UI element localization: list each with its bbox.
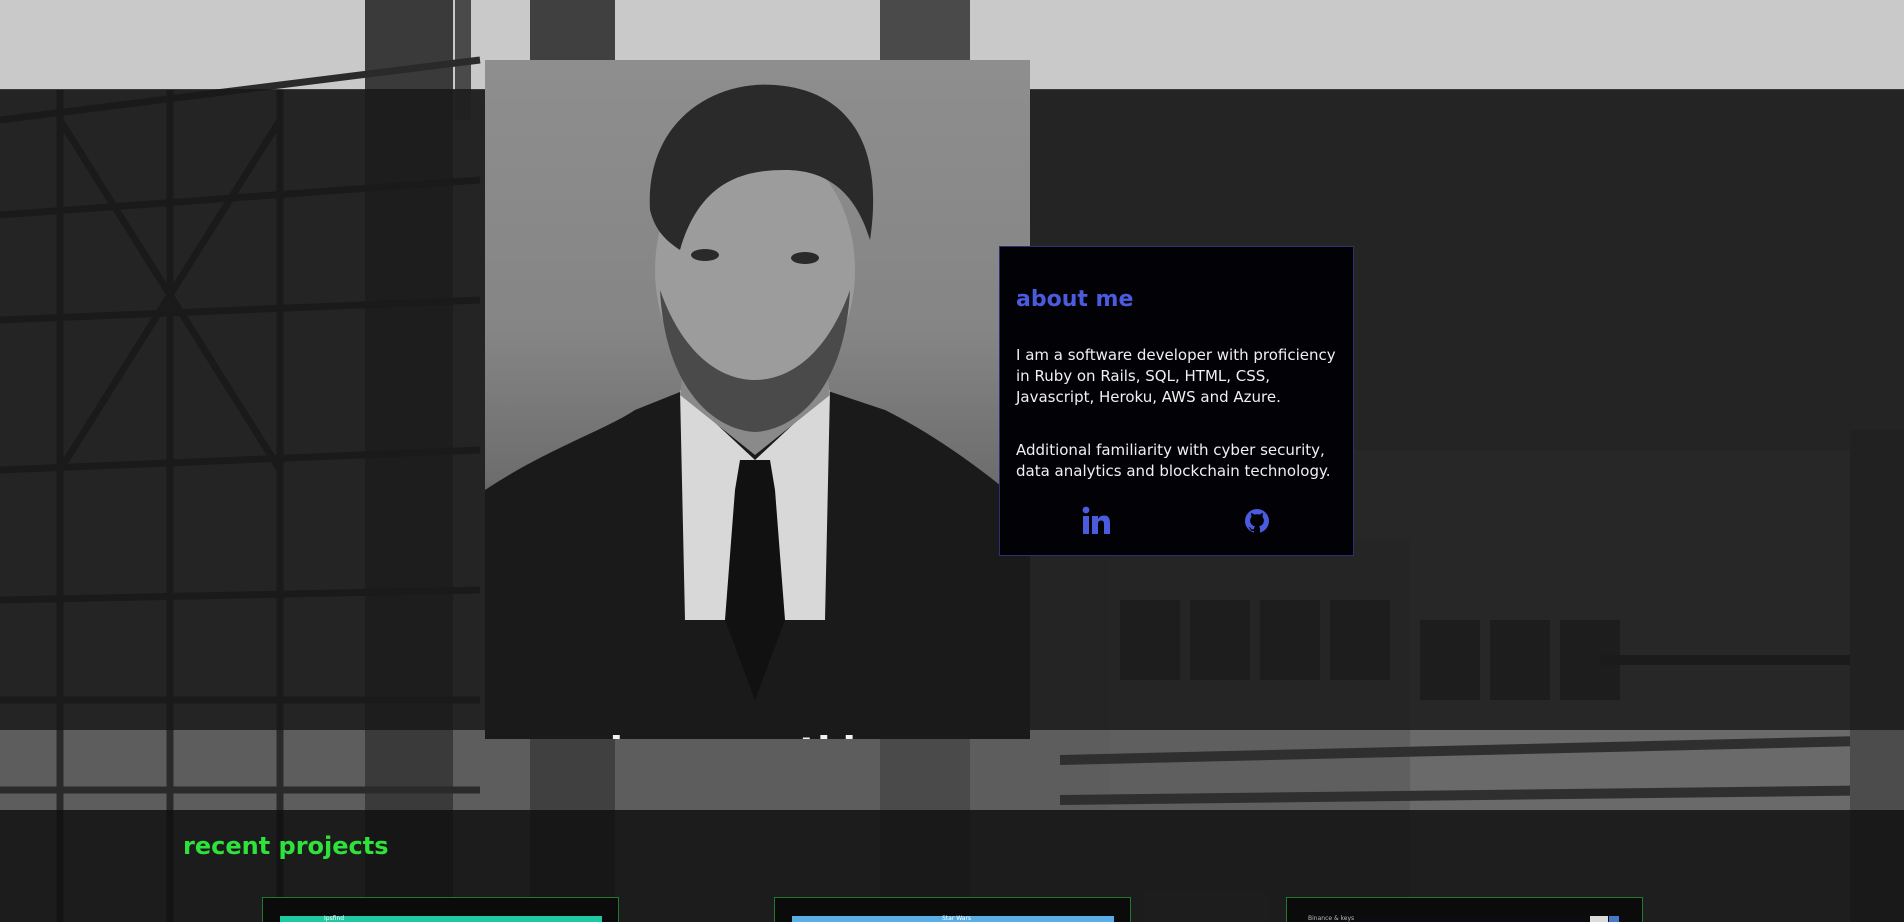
thumbnail-button-light — [1590, 916, 1608, 922]
about-paragraph-familiarity: Additional familiarity with cyber securi… — [1016, 441, 1331, 480]
project-thumbnail-2-caption: Star Wars — [942, 915, 972, 922]
thumbnail-button-blue — [1609, 916, 1619, 922]
github-icon — [1245, 509, 1269, 533]
project-card-3[interactable]: Binance & keys — [1286, 897, 1643, 922]
project-card-1[interactable]: Ipsfind — [262, 897, 619, 922]
portrait-card: jason watkins — [485, 60, 1030, 739]
project-card-2[interactable]: Star Wars — [774, 897, 1131, 922]
about-title: about me — [1016, 287, 1134, 312]
social-links — [1000, 505, 1355, 537]
github-link[interactable] — [1241, 505, 1273, 537]
about-paragraph-skills: I am a software developer with proficien… — [1016, 346, 1336, 406]
project-thumbnail-3: Binance & keys — [1304, 915, 1626, 922]
project-thumbnail-1: Ipsfind — [280, 915, 602, 922]
linkedin-link[interactable] — [1080, 505, 1112, 537]
project-thumbnail-3-caption: Binance & keys — [1308, 915, 1355, 922]
linkedin-icon — [1082, 506, 1110, 534]
profile-photo — [485, 84, 1030, 739]
page: jason watkins about me I am a software d… — [0, 0, 1904, 922]
profile-name: jason watkins — [485, 730, 1030, 739]
project-thumbnail-2: Star Wars — [792, 915, 1114, 922]
project-thumbnail-1-caption: Ipsfind — [324, 915, 345, 922]
about-card: about me I am a software developer with … — [999, 246, 1354, 556]
projects-title: recent projects — [183, 832, 389, 860]
